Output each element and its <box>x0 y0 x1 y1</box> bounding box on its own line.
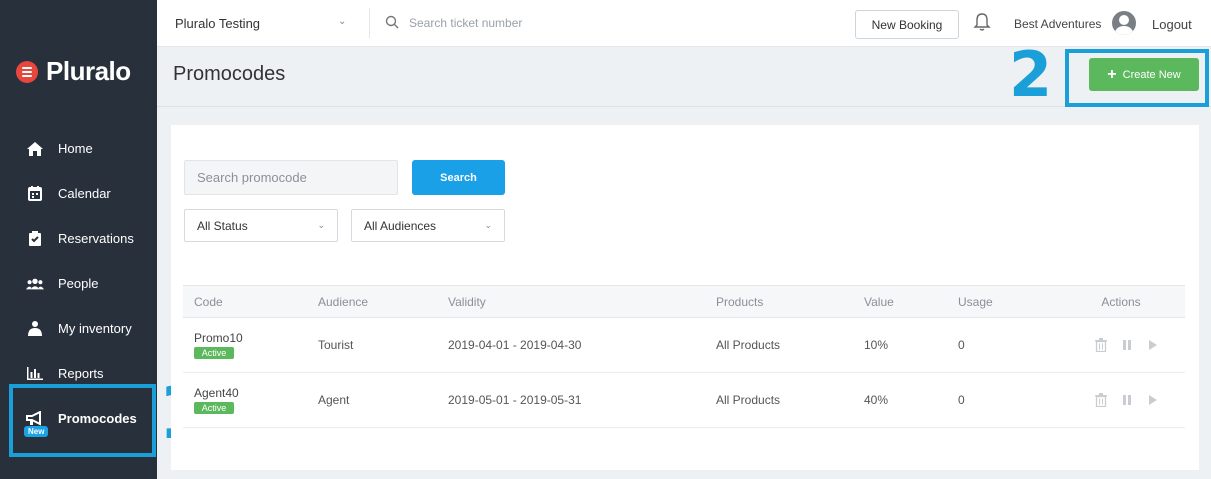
page-title: Promocodes <box>173 63 286 85</box>
company-selector[interactable]: Pluralo Testing <box>175 16 260 31</box>
sidebar-item-home[interactable]: Home <box>0 126 157 171</box>
sidebar-item-calendar[interactable]: Calendar <box>0 171 157 216</box>
logout-link[interactable]: Logout <box>1152 17 1192 32</box>
chevron-down-icon: ⌄ <box>484 220 492 230</box>
column-header-audience: Audience <box>318 294 369 309</box>
promocodes-card: Search All Status ⌄ All Audiences ⌄ Code… <box>171 125 1199 470</box>
chevron-down-icon[interactable]: ⌄ <box>338 16 346 27</box>
inventory-icon <box>26 320 44 338</box>
usage-cell: 0 <box>947 372 1057 428</box>
play-icon[interactable] <box>1146 338 1160 352</box>
value-cell: 40% <box>853 372 947 428</box>
audience-filter-value: All Audiences <box>364 218 437 233</box>
chevron-down-icon: ⌄ <box>317 220 325 230</box>
home-icon <box>26 140 44 158</box>
actions-cell <box>1057 372 1185 428</box>
code-cell: Agent40 Active <box>194 386 307 414</box>
topbar-divider <box>369 8 370 38</box>
promocode: Promo10 <box>194 331 243 345</box>
table-row[interactable]: Promo10 Active Tourist 2019-04-01 - 2019… <box>183 317 1185 373</box>
search-icon <box>385 15 399 34</box>
trash-icon[interactable] <box>1094 393 1108 407</box>
column-header-products: Products <box>716 294 764 309</box>
annotation-box-2 <box>1065 49 1209 107</box>
annotation-number-2: 2 <box>1009 38 1053 111</box>
products-cell: All Products <box>705 317 853 373</box>
brand-name: Pluralo <box>46 56 131 86</box>
calendar-icon <box>26 185 44 203</box>
column-header-value: Value <box>864 294 894 309</box>
sidebar-item-my-inventory[interactable]: My inventory <box>0 306 157 351</box>
bar-chart-icon <box>26 365 44 383</box>
audience-cell: Tourist <box>307 317 437 373</box>
audience-filter-select[interactable]: All Audiences ⌄ <box>351 209 505 242</box>
users-icon <box>26 275 44 293</box>
status-badge: Active <box>194 402 234 414</box>
value-cell: 10% <box>853 317 947 373</box>
sidebar-item-label: Reports <box>58 366 104 381</box>
brand-logo[interactable]: Pluralo <box>16 56 131 87</box>
products-cell: All Products <box>705 372 853 428</box>
usage-cell: 0 <box>947 317 1057 373</box>
sidebar-item-label: Home <box>58 141 93 156</box>
promocode-search-input[interactable] <box>184 160 398 195</box>
promocode: Agent40 <box>194 386 239 400</box>
table-header-row: Code Audience Validity Products Value Us… <box>183 285 1185 318</box>
annotation-box-1 <box>9 384 156 457</box>
sidebar-item-reservations[interactable]: Reservations <box>0 216 157 261</box>
column-header-actions: Actions <box>1101 294 1141 309</box>
sidebar-item-people[interactable]: People <box>0 261 157 306</box>
sidebar-item-label: Reservations <box>58 231 134 246</box>
status-filter-select[interactable]: All Status ⌄ <box>184 209 338 242</box>
clipboard-check-icon <box>26 230 44 248</box>
bell-icon[interactable] <box>973 12 991 37</box>
user-name[interactable]: Best Adventures <box>1014 17 1101 31</box>
code-cell: Promo10 Active <box>194 331 307 359</box>
pause-icon[interactable] <box>1120 393 1134 407</box>
table-row[interactable]: Agent40 Active Agent 2019-05-01 - 2019-0… <box>183 372 1185 428</box>
ticket-search-input[interactable] <box>409 13 669 33</box>
sidebar-item-label: Calendar <box>58 186 111 201</box>
pluralo-logo-icon <box>16 60 38 83</box>
avatar[interactable] <box>1112 11 1136 35</box>
column-header-usage: Usage <box>958 294 993 309</box>
sidebar-item-label: My inventory <box>58 321 132 336</box>
promocodes-table: Code Audience Validity Products Value Us… <box>183 285 1185 428</box>
status-filter-value: All Status <box>197 218 248 233</box>
new-booking-button[interactable]: New Booking <box>855 10 959 39</box>
sidebar-item-label: People <box>58 276 99 291</box>
column-header-code: Code <box>194 294 223 309</box>
actions-cell <box>1057 317 1185 373</box>
column-header-validity: Validity <box>448 294 486 309</box>
trash-icon[interactable] <box>1094 338 1108 352</box>
play-icon[interactable] <box>1146 393 1160 407</box>
status-badge: Active <box>194 347 234 359</box>
top-bar: Pluralo Testing ⌄ New Booking Best Adven… <box>157 0 1211 47</box>
title-divider <box>157 106 1211 107</box>
audience-cell: Agent <box>307 372 437 428</box>
validity-cell: 2019-04-01 - 2019-04-30 <box>437 317 705 373</box>
search-button[interactable]: Search <box>412 160 505 195</box>
pause-icon[interactable] <box>1120 338 1134 352</box>
validity-cell: 2019-05-01 - 2019-05-31 <box>437 372 705 428</box>
